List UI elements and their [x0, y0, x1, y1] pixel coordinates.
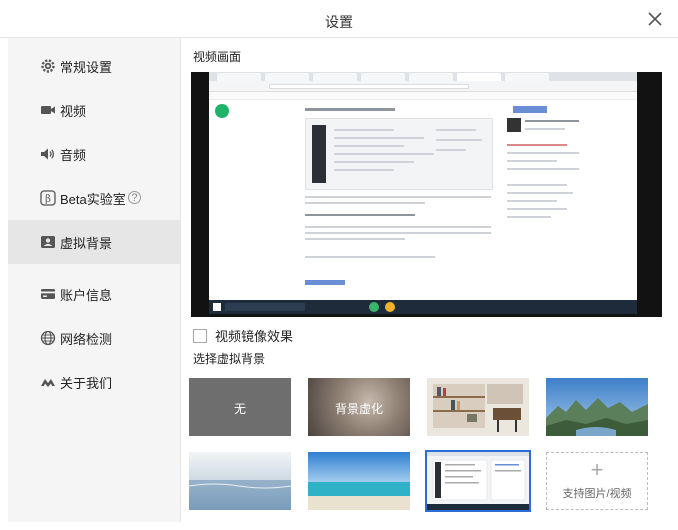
- os-taskbar: [209, 300, 637, 314]
- sidebar-item-about[interactable]: 关于我们: [8, 360, 180, 404]
- sidebar-item-label: 网络检测: [60, 331, 113, 347]
- sidebar-item-general[interactable]: 常规设置: [8, 44, 180, 88]
- site-logo-icon: [215, 104, 229, 118]
- sidebar-item-beta-lab[interactable]: β Beta实验室 ?: [8, 176, 180, 220]
- sidebar-item-label: Beta实验室: [60, 191, 126, 207]
- background-ocean-tile[interactable]: [189, 452, 291, 510]
- speaker-icon: [40, 146, 56, 162]
- background-mountains-tile[interactable]: [546, 378, 648, 436]
- logo-icon: [40, 374, 56, 390]
- plus-icon: +: [590, 457, 604, 482]
- background-bookshelf-tile[interactable]: [427, 378, 529, 436]
- ocean-image: [189, 452, 291, 510]
- mirror-video-label: 视频镜像效果: [215, 329, 294, 344]
- browser-bookmarks-bar: [209, 92, 637, 100]
- checkbox-box[interactable]: [193, 328, 207, 343]
- background-none-tile[interactable]: 无: [189, 378, 291, 436]
- add-background-tile[interactable]: + 支持图片/视频: [546, 452, 648, 510]
- selected-indicator: [425, 450, 531, 512]
- background-blur-tile[interactable]: 背景虚化: [308, 378, 410, 436]
- virtual-background-panel: 视频画面 视频镜像效果 选择虚拟背景 无 背景虚化 + 支持图片/视频: [180, 38, 670, 522]
- add-background-label: 支持图片/视频: [562, 488, 632, 500]
- sidebar-item-label: 虚拟背景: [60, 235, 113, 251]
- close-icon[interactable]: [646, 10, 664, 28]
- background-label: 无: [233, 402, 246, 416]
- sidebar-ads: [503, 104, 587, 294]
- background-beach-tile[interactable]: [308, 452, 410, 510]
- portrait-icon: [40, 234, 56, 250]
- gear-icon: [40, 58, 56, 74]
- choose-background-title: 选择虚拟背景: [193, 352, 266, 366]
- title-bar: 设置: [0, 0, 678, 38]
- beach-image: [308, 452, 410, 510]
- sidebar-item-network[interactable]: 网络检测: [8, 316, 180, 360]
- shared-screen-capture: [209, 72, 637, 300]
- article-area: [305, 104, 495, 294]
- sidebar-item-label: 音频: [60, 147, 87, 163]
- svg-text:β: β: [45, 194, 51, 205]
- help-icon[interactable]: ?: [128, 191, 141, 204]
- sidebar-item-label: 常规设置: [60, 59, 113, 75]
- globe-icon: [40, 330, 56, 346]
- bookshelf-image: [427, 378, 529, 436]
- background-label: 背景虚化: [334, 402, 383, 416]
- sidebar-item-video[interactable]: 视频: [8, 88, 180, 132]
- background-screen-tile[interactable]: [425, 450, 531, 512]
- video-preview: [191, 72, 662, 317]
- beta-icon: β: [40, 190, 56, 206]
- sidebar-item-audio[interactable]: 音频: [8, 132, 180, 176]
- sidebar-item-virtual-background[interactable]: 虚拟背景: [8, 220, 180, 264]
- browser-tab-strip: [209, 72, 637, 81]
- mirror-video-checkbox[interactable]: 视频镜像效果: [193, 326, 293, 345]
- sidebar-item-label: 视频: [60, 103, 87, 119]
- mountains-image: [546, 378, 648, 436]
- sidebar-item-label: 账户信息: [60, 287, 113, 303]
- settings-sidebar: 常规设置 视频 音频 β Beta实验室 ? 虚拟背景 账户信息 网络检测 关于…: [8, 38, 180, 522]
- window-title: 设置: [325, 14, 353, 30]
- browser-address-bar: [209, 81, 637, 92]
- card-icon: [40, 286, 56, 302]
- preview-title: 视频画面: [193, 50, 242, 64]
- sidebar-item-label: 关于我们: [60, 375, 113, 391]
- video-camera-icon: [40, 102, 56, 118]
- sidebar-item-account[interactable]: 账户信息: [8, 272, 180, 316]
